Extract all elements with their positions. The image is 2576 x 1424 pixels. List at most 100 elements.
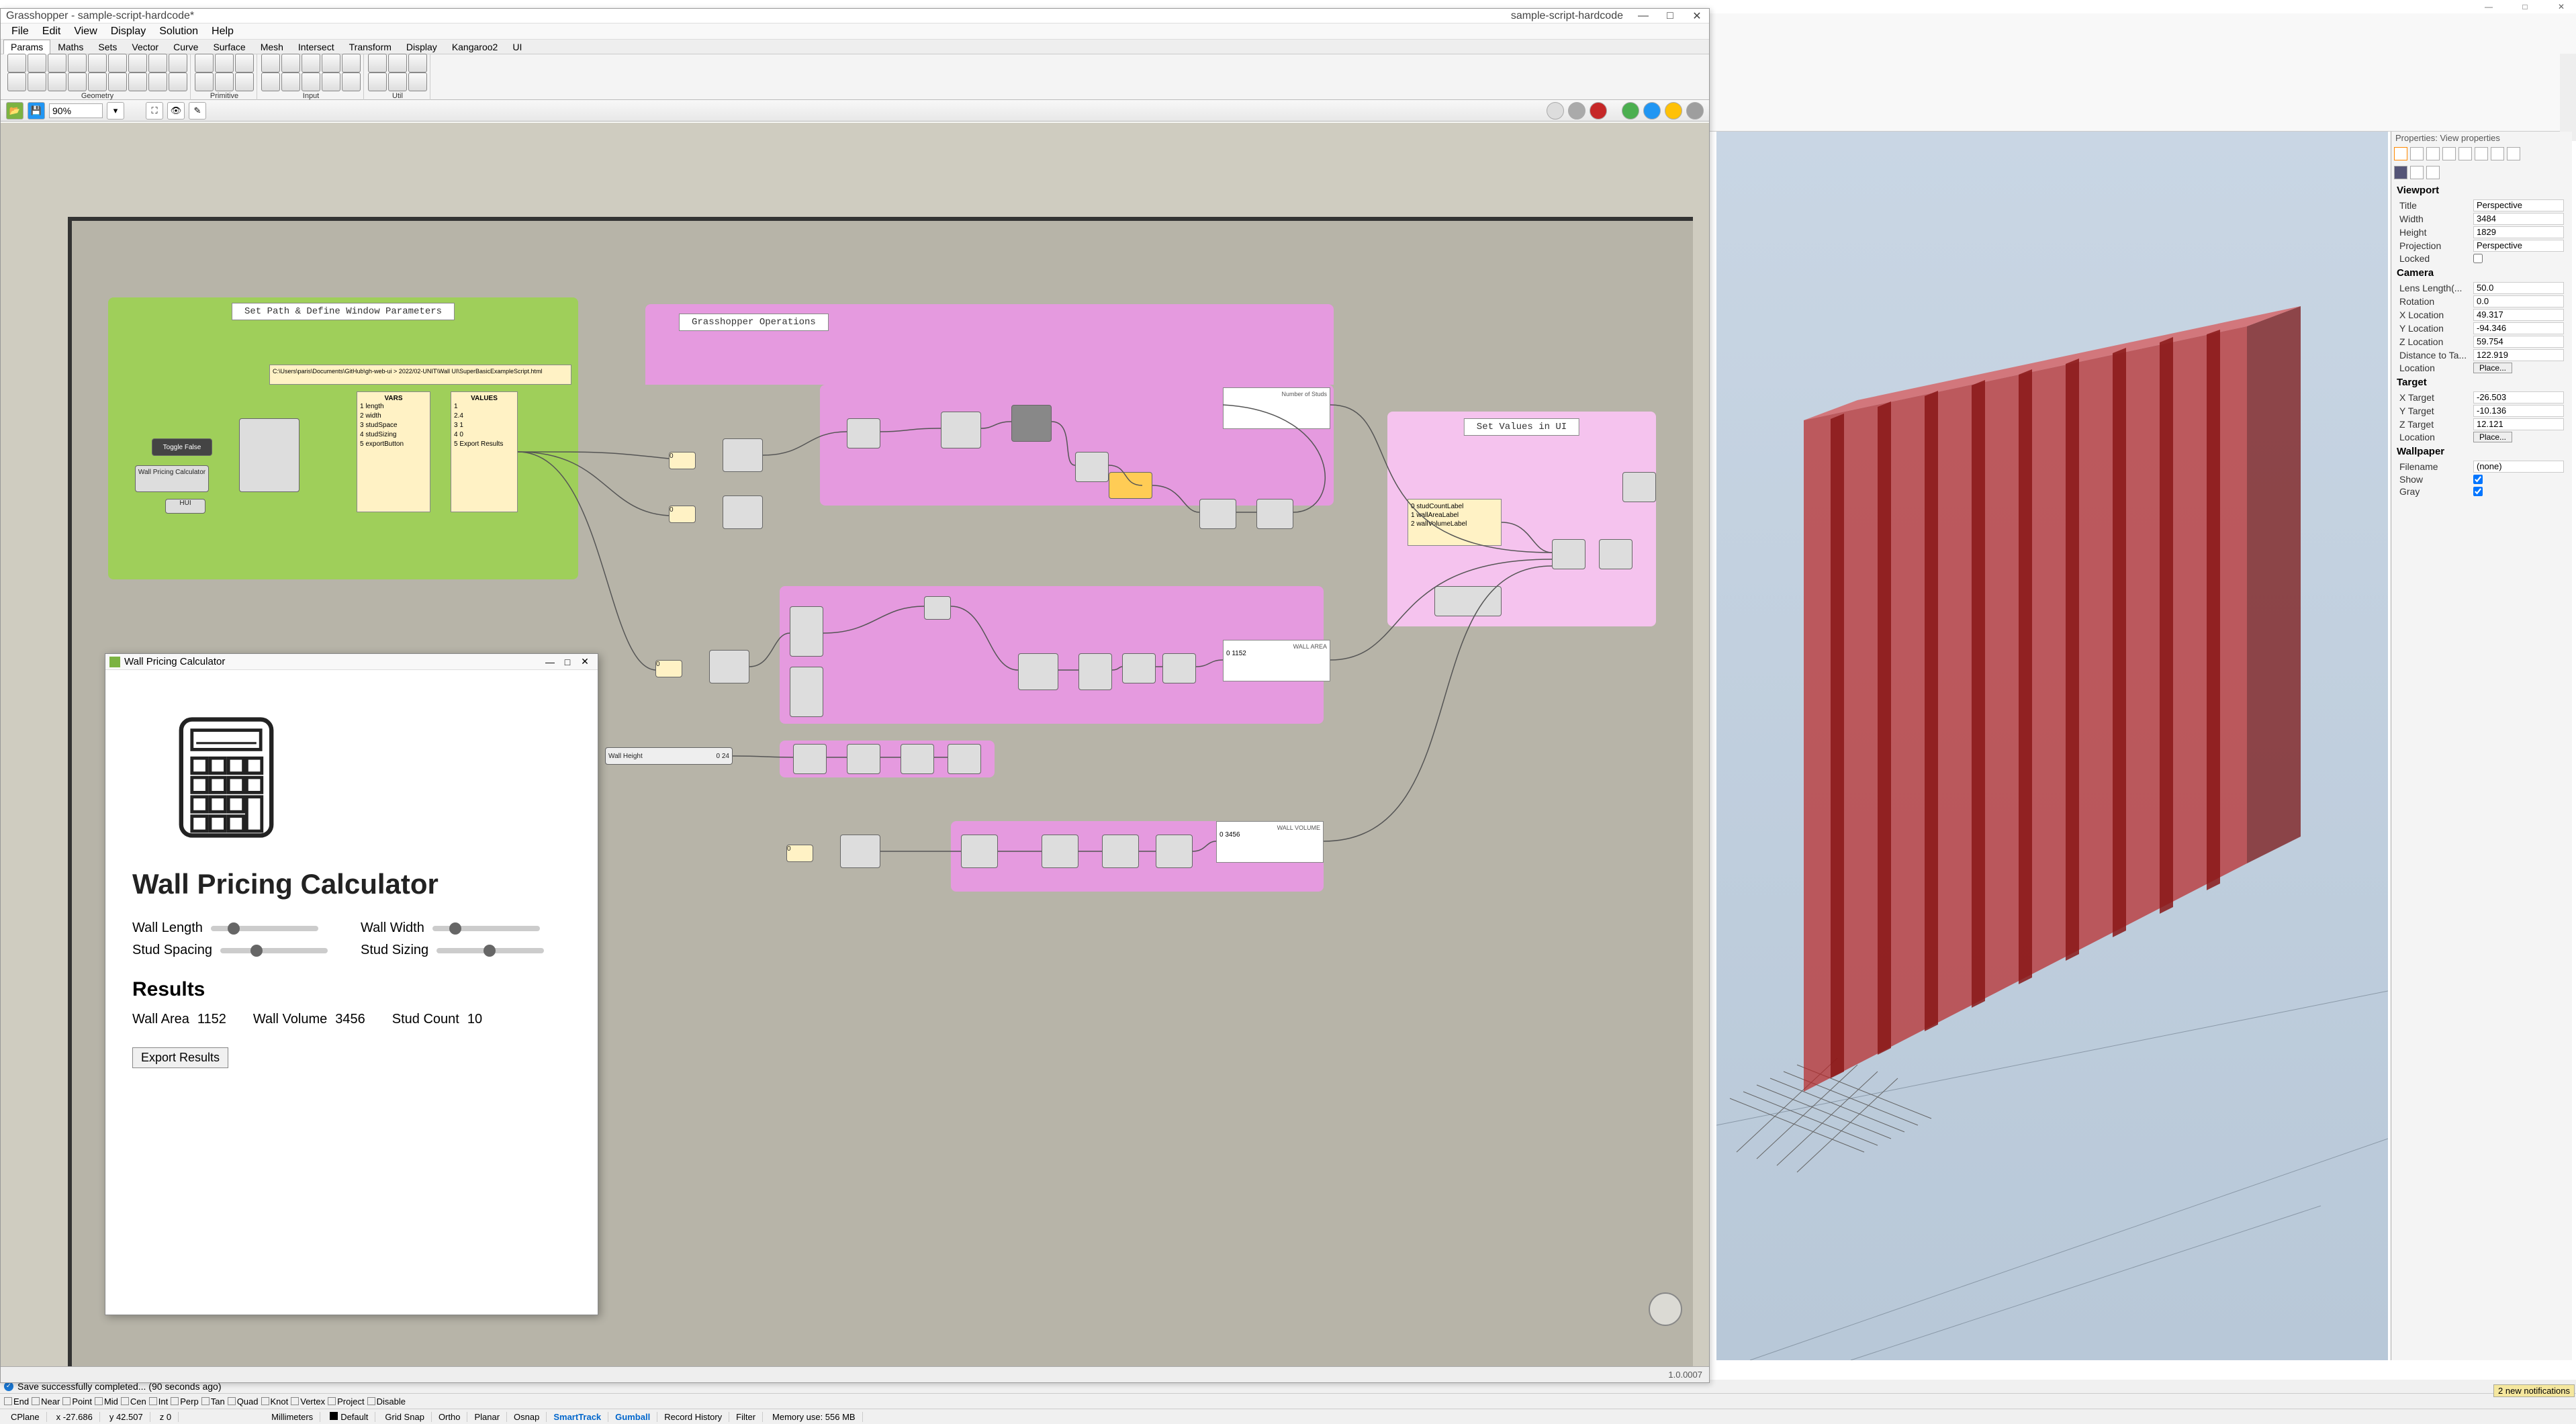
notifications-badge[interactable]: 2 new notifications	[2493, 1384, 2575, 1397]
ribbon-icon[interactable]	[408, 73, 427, 91]
node-component[interactable]	[1042, 835, 1078, 868]
layer-indicator[interactable]: Default	[323, 1412, 375, 1422]
node-listitem[interactable]	[723, 495, 763, 529]
ribbon-icon[interactable]	[281, 54, 300, 73]
properties-sub-icon[interactable]	[2394, 166, 2407, 179]
osnap-end[interactable]: End	[4, 1396, 29, 1407]
tab-curve[interactable]: Curve	[166, 40, 205, 54]
tab-display[interactable]: Display	[399, 40, 445, 54]
node-component[interactable]	[901, 744, 934, 774]
rhino-perspective-viewport[interactable]	[1716, 132, 2388, 1360]
rhino-maximize-button[interactable]: □	[2517, 1, 2533, 13]
node-panel-small[interactable]: 0	[655, 660, 682, 677]
target-y-field[interactable]: -10.136	[2473, 405, 2564, 417]
osnap-disable[interactable]: Disable	[367, 1396, 406, 1407]
panel-wall-volume[interactable]: WALL VOLUME 0 3456	[1216, 821, 1324, 863]
panel-wall-area[interactable]: WALL AREA 0 1152	[1223, 640, 1330, 681]
camera-y-field[interactable]: -94.346	[2473, 322, 2564, 334]
ribbon-icon[interactable]	[302, 54, 320, 73]
ribbon-icon[interactable]	[322, 54, 340, 73]
properties-tab-icon[interactable]	[2442, 147, 2456, 160]
node-component[interactable]	[924, 596, 951, 620]
node-panel-small[interactable]: 0	[669, 452, 696, 469]
node-component[interactable]	[1075, 452, 1109, 482]
tab-sets[interactable]: Sets	[91, 40, 124, 54]
node-component[interactable]	[847, 418, 880, 448]
ribbon-icon[interactable]	[342, 54, 361, 73]
preview-custom-icon[interactable]	[1665, 102, 1682, 120]
target-x-field[interactable]: -26.503	[2473, 391, 2564, 404]
preview-selected-icon[interactable]	[1622, 102, 1639, 120]
ribbon-icon[interactable]	[195, 54, 214, 73]
properties-tab-icon[interactable]	[2394, 147, 2407, 160]
wallpaper-file-field[interactable]: (none)	[2473, 461, 2564, 473]
wallpaper-show-checkbox[interactable]	[2473, 475, 2483, 484]
gh-menubar[interactable]: FileEditViewDisplaySolutionHelp	[1, 23, 1709, 40]
preview-settings-icon[interactable]	[1686, 102, 1704, 120]
ribbon-icon[interactable]	[28, 73, 46, 91]
preview-shaded-icon[interactable]	[1590, 102, 1607, 120]
menu-edit[interactable]: Edit	[36, 23, 68, 40]
group-gh-ops[interactable]: Grasshopper Operations	[645, 304, 1334, 385]
tab-mesh[interactable]: Mesh	[253, 40, 291, 54]
node-component[interactable]	[941, 412, 981, 448]
ribbon-icon[interactable]	[368, 73, 387, 91]
properties-tab-icon[interactable]	[2426, 147, 2440, 160]
target-place-button[interactable]: Place...	[2473, 432, 2512, 442]
calc-close-button[interactable]: ✕	[576, 656, 594, 667]
node-component[interactable]	[948, 744, 981, 774]
properties-tab-icon[interactable]	[2410, 147, 2424, 160]
node-component[interactable]	[1199, 499, 1236, 529]
node-component[interactable]	[1156, 835, 1193, 868]
rhino-side-toolbar[interactable]	[2560, 54, 2576, 141]
properties-tab-icon[interactable]	[2507, 147, 2520, 160]
node-component[interactable]	[961, 835, 998, 868]
ribbon-icon[interactable]	[88, 54, 107, 73]
canvas-navigator-icon[interactable]	[1649, 1292, 1682, 1326]
ribbon-icon[interactable]	[148, 54, 167, 73]
wall-width-slider[interactable]	[432, 926, 540, 931]
ribbon-icon[interactable]	[368, 54, 387, 73]
ribbon-icon[interactable]	[261, 54, 280, 73]
zoom-dropdown-icon[interactable]: ▾	[107, 102, 124, 120]
properties-sub-icon[interactable]	[2410, 166, 2424, 179]
gh-canvas-toolbar[interactable]: 📂 💾 ▾ ⛶ 👁 ✎	[1, 100, 1709, 122]
panel-vars[interactable]: VARS 1 length2 width3 studSpace4 studSiz…	[357, 391, 430, 512]
viewport-height-field[interactable]: 1829	[2473, 226, 2564, 238]
sketch-icon[interactable]: ✎	[189, 102, 206, 120]
osnap-point[interactable]: Point	[62, 1396, 92, 1407]
osnap-project[interactable]: Project	[328, 1396, 364, 1407]
rhino-minimize-button[interactable]: —	[2481, 1, 2497, 13]
ribbon-icon[interactable]	[322, 73, 340, 91]
panel-path[interactable]: C:\Users\paris\Documents\GitHub\gh-web-u…	[269, 365, 571, 385]
tab-maths[interactable]: Maths	[50, 40, 91, 54]
node-listitem[interactable]	[709, 650, 749, 683]
gh-tabbar[interactable]: ParamsMathsSetsVectorCurveSurfaceMeshInt…	[1, 40, 1709, 54]
node-component[interactable]	[1078, 653, 1112, 690]
osnap-tan[interactable]: Tan	[201, 1396, 225, 1407]
panel-set-labels[interactable]: 0 studCountLabel1 wallAreaLabel2 wallVol…	[1408, 499, 1502, 546]
ribbon-icon[interactable]	[261, 73, 280, 91]
osnap-quad[interactable]: Quad	[228, 1396, 259, 1407]
node-component[interactable]	[847, 744, 880, 774]
calc-titlebar[interactable]: Wall Pricing Calculator — □ ✕	[105, 654, 598, 670]
ribbon-icon[interactable]	[48, 73, 66, 91]
menu-display[interactable]: Display	[104, 23, 152, 40]
calc-minimize-button[interactable]: —	[541, 657, 559, 667]
ribbon-icon[interactable]	[215, 73, 234, 91]
ribbon-icon[interactable]	[388, 73, 407, 91]
node-component[interactable]	[1011, 405, 1052, 442]
viewport-locked-checkbox[interactable]	[2473, 254, 2483, 263]
save-file-icon[interactable]: 💾	[28, 102, 45, 120]
node-component[interactable]	[1162, 653, 1196, 683]
ribbon-icon[interactable]	[388, 54, 407, 73]
camera-lens-field[interactable]: 50.0	[2473, 282, 2564, 294]
ribbon-icon[interactable]	[48, 54, 66, 73]
calc-maximize-button[interactable]: □	[559, 657, 576, 667]
rhino-close-button[interactable]: ✕	[2553, 1, 2569, 13]
osnap-vertex[interactable]: Vertex	[291, 1396, 325, 1407]
zoom-input[interactable]	[49, 103, 103, 118]
ribbon-icon[interactable]	[169, 73, 187, 91]
tab-intersect[interactable]: Intersect	[291, 40, 342, 54]
ribbon-icon[interactable]	[128, 54, 147, 73]
